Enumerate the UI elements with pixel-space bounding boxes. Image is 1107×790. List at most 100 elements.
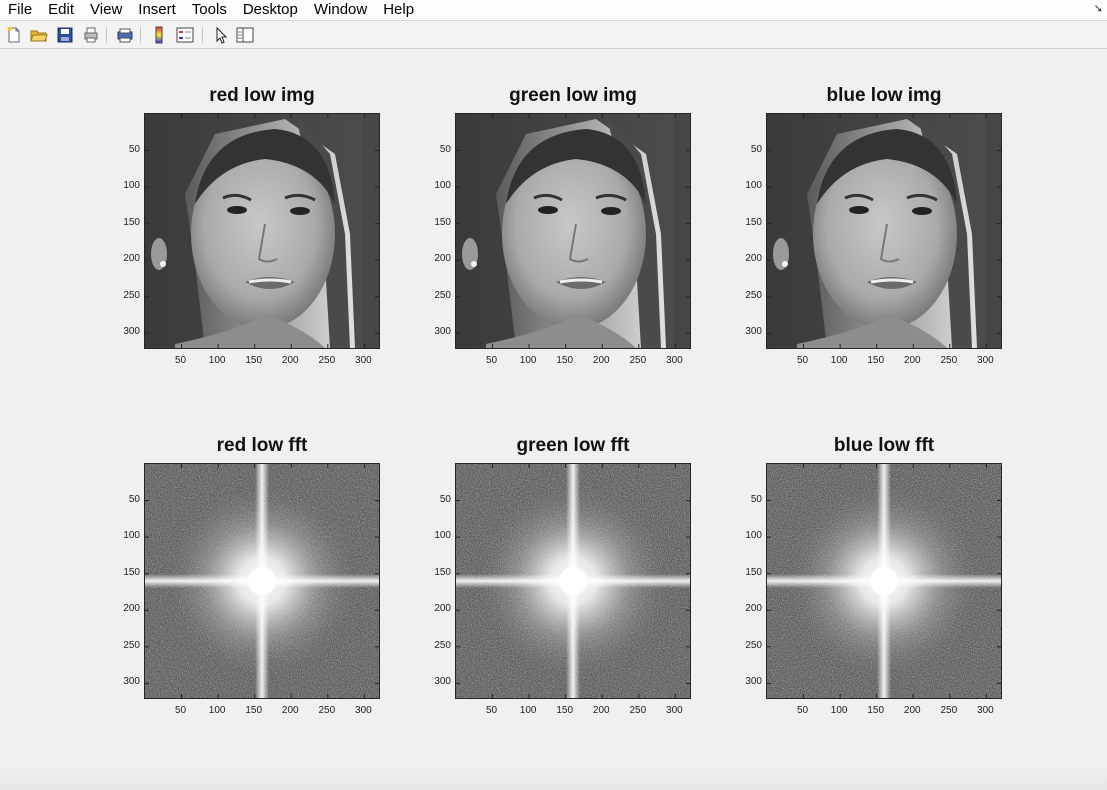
x-tick-label: 200 — [281, 355, 299, 366]
y-tick-label: 50 — [750, 493, 762, 505]
y-tick-label: 250 — [123, 639, 140, 651]
x-tick-label: 250 — [318, 355, 336, 366]
x-tick-label: 250 — [318, 705, 336, 716]
toolbar-separator — [202, 27, 203, 43]
x-tick-label: 300 — [977, 355, 994, 366]
y-tick-label: 300 — [745, 676, 762, 688]
fft-axes[interactable] — [455, 463, 691, 699]
menu-view[interactable]: View — [82, 0, 130, 20]
colorbar-icon[interactable] — [150, 26, 168, 44]
axis-tick-marks — [767, 464, 1001, 698]
y-tick-label: 200 — [745, 253, 762, 265]
status-bar — [0, 762, 1107, 790]
y-tick-label: 100 — [745, 180, 762, 192]
y-tick-label: 50 — [439, 493, 451, 505]
pointer-icon[interactable] — [212, 26, 230, 44]
x-tick-label: 100 — [519, 355, 537, 366]
x-tick-label: 100 — [830, 355, 848, 366]
figure-canvas: red low img 50 100 150 200 250 300 50 100 150 200 2… — [0, 49, 1107, 790]
axes-title: blue low fft — [833, 435, 935, 456]
y-tick-label: 200 — [434, 253, 451, 265]
y-tick-label: 150 — [745, 566, 762, 578]
x-tick-label: 200 — [903, 705, 921, 716]
x-tick-label: 300 — [977, 705, 994, 716]
y-tick-label: 200 — [745, 603, 762, 615]
x-tick-label: 200 — [592, 705, 610, 716]
y-tick-label: 100 — [123, 530, 140, 542]
x-tick-label: 150 — [245, 355, 263, 366]
dock-arrow-icon[interactable]: ➘ — [1094, 2, 1103, 15]
x-tick-label: 50 — [175, 355, 187, 366]
x-tick-label: 150 — [867, 705, 885, 716]
y-tick-label: 150 — [123, 216, 140, 228]
x-tick-label: 150 — [867, 355, 885, 366]
menu-desktop[interactable]: Desktop — [235, 0, 306, 20]
axes-title: green low fft — [516, 435, 630, 456]
toolbar-separator — [140, 27, 141, 43]
x-tick-label: 150 — [556, 705, 574, 716]
menu-bar: File Edit View Insert Tools Desktop Wind… — [0, 0, 1107, 21]
x-tick-label: 100 — [830, 705, 848, 716]
property-editor-icon[interactable] — [236, 26, 254, 44]
fft-axes[interactable] — [766, 463, 1002, 699]
menu-edit[interactable]: Edit — [40, 0, 82, 20]
x-tick-label: 50 — [797, 355, 809, 366]
y-tick-label: 250 — [434, 289, 451, 301]
x-tick-label: 150 — [245, 705, 263, 716]
legend-icon[interactable] — [176, 26, 194, 44]
menu-help[interactable]: Help — [375, 0, 422, 20]
axes-title: blue low img — [826, 85, 942, 106]
x-tick-label: 300 — [666, 355, 683, 366]
x-tick-label: 200 — [592, 355, 610, 366]
x-tick-label: 50 — [486, 705, 498, 716]
y-tick-label: 150 — [123, 566, 140, 578]
y-tick-label: 50 — [128, 143, 140, 155]
x-tick-label: 50 — [797, 705, 809, 716]
save-icon[interactable] — [56, 26, 74, 44]
y-tick-label: 300 — [123, 326, 140, 338]
y-tick-label: 100 — [434, 180, 451, 192]
open-file-icon[interactable] — [30, 26, 48, 44]
x-tick-label: 200 — [903, 355, 921, 366]
y-tick-label: 250 — [745, 639, 762, 651]
axes-title: green low img — [509, 85, 637, 106]
x-tick-label: 100 — [519, 705, 537, 716]
fft-axes[interactable] — [144, 463, 380, 699]
x-tick-label: 150 — [556, 355, 574, 366]
print-icon[interactable] — [82, 26, 100, 44]
menu-window[interactable]: Window — [306, 0, 375, 20]
axes-title: red low fft — [216, 435, 308, 456]
y-tick-label: 200 — [434, 603, 451, 615]
new-figure-icon[interactable] — [5, 26, 23, 44]
x-tick-label: 50 — [486, 355, 498, 366]
print-preview-icon[interactable] — [116, 26, 134, 44]
x-tick-label: 250 — [940, 355, 958, 366]
axes-title: red low img — [209, 85, 315, 106]
image-axes[interactable] — [455, 113, 691, 349]
x-tick-label: 250 — [629, 355, 647, 366]
x-tick-label: 50 — [175, 705, 187, 716]
menu-tools[interactable]: Tools — [184, 0, 235, 20]
axis-tick-marks — [767, 114, 1001, 348]
y-tick-label: 300 — [123, 676, 140, 688]
menu-insert[interactable]: Insert — [130, 0, 184, 20]
y-tick-label: 200 — [123, 253, 140, 265]
y-tick-label: 300 — [745, 326, 762, 338]
x-tick-label: 300 — [666, 705, 683, 716]
axis-tick-marks — [145, 464, 379, 698]
y-tick-label: 100 — [745, 530, 762, 542]
y-tick-label: 300 — [434, 326, 451, 338]
y-tick-label: 150 — [434, 566, 451, 578]
y-tick-label: 150 — [745, 216, 762, 228]
image-axes[interactable] — [766, 113, 1002, 349]
y-tick-label: 300 — [434, 676, 451, 688]
image-axes[interactable] — [144, 113, 380, 349]
y-tick-label: 250 — [123, 289, 140, 301]
y-tick-label: 250 — [434, 639, 451, 651]
y-tick-label: 250 — [745, 289, 762, 301]
menu-file[interactable]: File — [0, 0, 40, 20]
toolbar-separator — [106, 27, 107, 43]
figure-toolbar — [0, 21, 1107, 49]
y-tick-label: 50 — [128, 493, 140, 505]
y-tick-label: 50 — [439, 143, 451, 155]
